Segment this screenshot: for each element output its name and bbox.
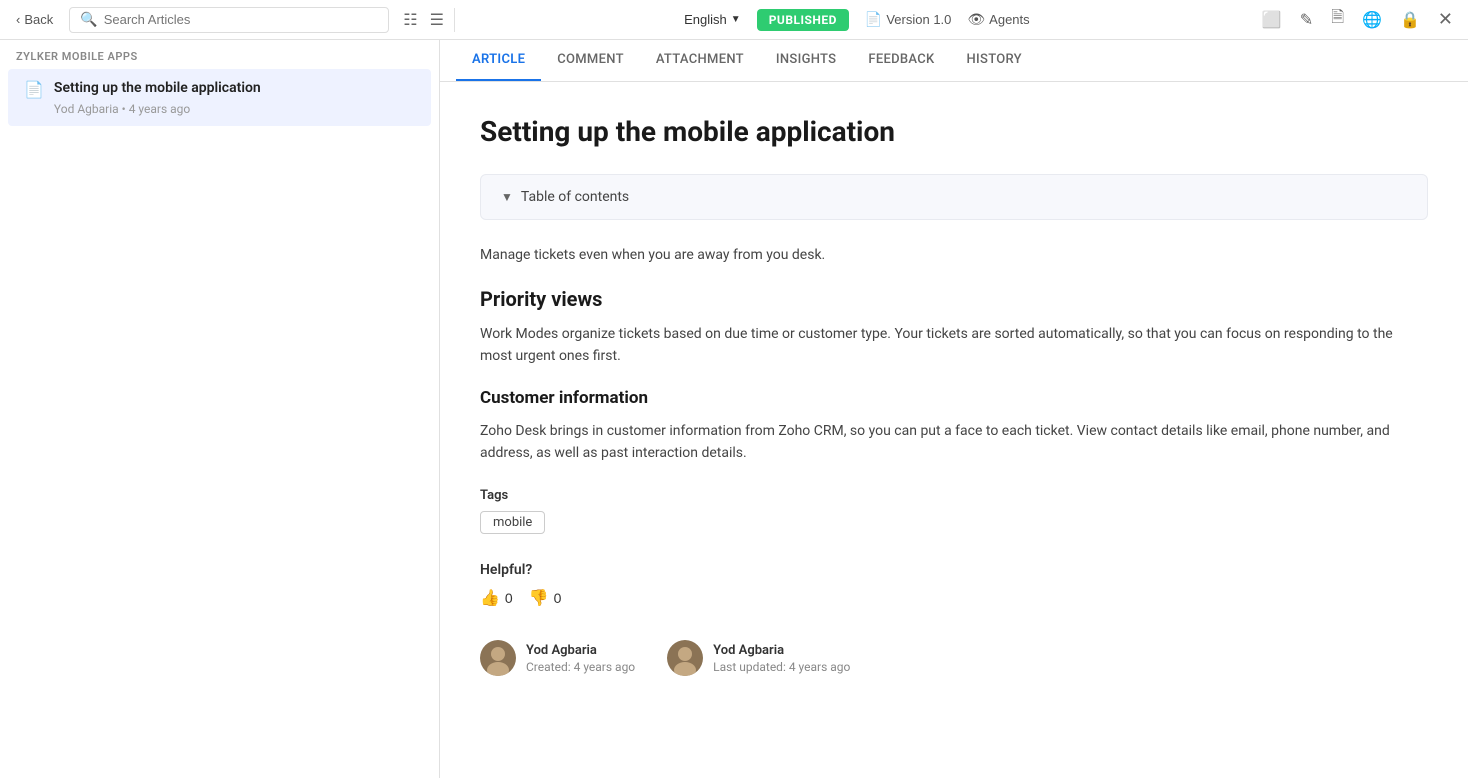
globe-icon: 🌐 bbox=[1362, 10, 1382, 30]
article-intro: Manage tickets even when you are away fr… bbox=[480, 244, 1428, 266]
filter-button[interactable]: ☷ bbox=[397, 6, 423, 34]
version-icon: 📄 bbox=[865, 11, 882, 28]
thumbs-down-count: 0 bbox=[554, 590, 562, 606]
tab-insights[interactable]: INSIGHTS bbox=[760, 40, 852, 81]
article-list-title: Setting up the mobile application bbox=[54, 79, 415, 99]
tab-article[interactable]: ARTICLE bbox=[456, 40, 541, 81]
tab-comment[interactable]: COMMENT bbox=[541, 40, 640, 81]
toc-box[interactable]: ▼ Table of contents bbox=[480, 174, 1428, 220]
language-label: English bbox=[684, 12, 727, 27]
article-info: Setting up the mobile application Yod Ag… bbox=[54, 79, 415, 116]
article-list-item[interactable]: 📄 Setting up the mobile application Yod … bbox=[8, 69, 431, 126]
article-content-area: Setting up the mobile application ▼ Tabl… bbox=[440, 82, 1468, 778]
author-name-created: Yod Agbaria bbox=[526, 643, 635, 658]
back-button[interactable]: ‹ Back bbox=[8, 8, 61, 31]
agents-button[interactable]: 👁 Agents bbox=[959, 7, 1037, 32]
list-button[interactable]: ☰ bbox=[424, 6, 450, 34]
search-icon: 🔍 bbox=[80, 12, 97, 28]
main-layout: Zylker Mobile apps 📄 Setting up the mobi… bbox=[0, 40, 1468, 778]
toc-label: Table of contents bbox=[521, 189, 629, 205]
back-icon: ‹ bbox=[16, 12, 20, 27]
top-bar-right-actions: ⬜ ✎ 🗎 🌐 🔒 ✕ bbox=[1255, 1, 1460, 38]
article-section2-body: Zoho Desk brings in customer information… bbox=[480, 420, 1428, 465]
avatar-updated bbox=[667, 640, 703, 676]
tags-label: Tags bbox=[480, 488, 1428, 503]
list-icon: ☰ bbox=[430, 12, 444, 29]
author-sub-created: Created: 4 years ago bbox=[526, 660, 635, 674]
external-link-button[interactable]: ⬜ bbox=[1255, 5, 1289, 35]
article-separator: • bbox=[122, 102, 129, 116]
search-box: 🔍 bbox=[69, 7, 389, 33]
download-button[interactable]: 🗎 bbox=[1324, 1, 1351, 38]
article-section1-title: Priority views bbox=[480, 287, 1428, 311]
left-sidebar: Zylker Mobile apps 📄 Setting up the mobi… bbox=[0, 40, 440, 778]
author-name-updated: Yod Agbaria bbox=[713, 643, 850, 658]
close-button[interactable]: ✕ bbox=[1431, 4, 1460, 35]
top-bar: ‹ Back 🔍 ☷ ☰ English ▼ PUBLISHED 📄 Versi… bbox=[0, 0, 1468, 40]
lock-icon: 🔒 bbox=[1400, 10, 1420, 30]
thumbs-down-button[interactable]: 👎 0 bbox=[529, 588, 562, 608]
article-author: Yod Agbaria bbox=[54, 102, 119, 116]
search-input[interactable] bbox=[104, 12, 379, 27]
tab-feedback[interactable]: FEEDBACK bbox=[852, 40, 950, 81]
chevron-down-icon: ▼ bbox=[731, 14, 741, 25]
author-card-updated: Yod Agbaria Last updated: 4 years ago bbox=[667, 640, 850, 676]
author-card-created: Yod Agbaria Created: 4 years ago bbox=[480, 640, 635, 676]
download-icon: 🗎 bbox=[1331, 6, 1344, 33]
avatar-created bbox=[480, 640, 516, 676]
article-time: 4 years ago bbox=[129, 102, 191, 116]
author-sub-updated: Last updated: 4 years ago bbox=[713, 660, 850, 674]
article-list-meta: Yod Agbaria • 4 years ago bbox=[54, 102, 415, 116]
edit-icon: ✎ bbox=[1300, 10, 1313, 30]
author-row: Yod Agbaria Created: 4 years ago Yod Agb… bbox=[480, 640, 1428, 692]
version-button[interactable]: 📄 Version 1.0 bbox=[857, 7, 959, 32]
edit-button[interactable]: ✎ bbox=[1293, 5, 1320, 35]
tag-mobile[interactable]: mobile bbox=[480, 511, 545, 534]
tab-history[interactable]: HISTORY bbox=[951, 40, 1038, 81]
article-main-title: Setting up the mobile application bbox=[480, 114, 1428, 150]
agents-label: Agents bbox=[989, 12, 1029, 27]
sidebar-category: Zylker Mobile apps bbox=[0, 40, 439, 69]
article-section1-body: Work Modes organize tickets based on due… bbox=[480, 323, 1428, 368]
version-label: Version 1.0 bbox=[886, 12, 951, 27]
tab-attachment[interactable]: ATTACHMENT bbox=[640, 40, 760, 81]
helpful-section: Helpful? 👍 0 👎 0 bbox=[480, 562, 1428, 608]
tabs-bar: ARTICLE COMMENT ATTACHMENT INSIGHTS FEED… bbox=[440, 40, 1468, 82]
close-icon: ✕ bbox=[1438, 9, 1453, 29]
filter-icon: ☷ bbox=[403, 12, 417, 29]
author-info-updated: Yod Agbaria Last updated: 4 years ago bbox=[713, 643, 850, 674]
thumbs-up-icon: 👍 bbox=[480, 588, 500, 608]
thumbs-up-count: 0 bbox=[505, 590, 513, 606]
article-section2-title: Customer information bbox=[480, 388, 1428, 408]
language-selector[interactable]: English ▼ bbox=[676, 8, 749, 31]
globe-button[interactable]: 🌐 bbox=[1355, 5, 1389, 35]
external-link-icon: ⬜ bbox=[1262, 10, 1282, 30]
author-info-created: Yod Agbaria Created: 4 years ago bbox=[526, 643, 635, 674]
helpful-label: Helpful? bbox=[480, 562, 1428, 578]
right-content: ARTICLE COMMENT ATTACHMENT INSIGHTS FEED… bbox=[440, 40, 1468, 778]
eye-icon: 👁 bbox=[967, 11, 985, 28]
back-label: Back bbox=[24, 12, 53, 27]
thumbs-up-button[interactable]: 👍 0 bbox=[480, 588, 513, 608]
published-badge: PUBLISHED bbox=[757, 9, 849, 31]
thumbs-down-icon: 👎 bbox=[529, 588, 549, 608]
toc-chevron-icon: ▼ bbox=[501, 190, 513, 204]
tags-section: Tags mobile bbox=[480, 488, 1428, 534]
helpful-buttons: 👍 0 👎 0 bbox=[480, 588, 1428, 608]
lock-button[interactable]: 🔒 bbox=[1393, 5, 1427, 35]
article-icon: 📄 bbox=[24, 80, 44, 99]
separator bbox=[454, 8, 455, 32]
